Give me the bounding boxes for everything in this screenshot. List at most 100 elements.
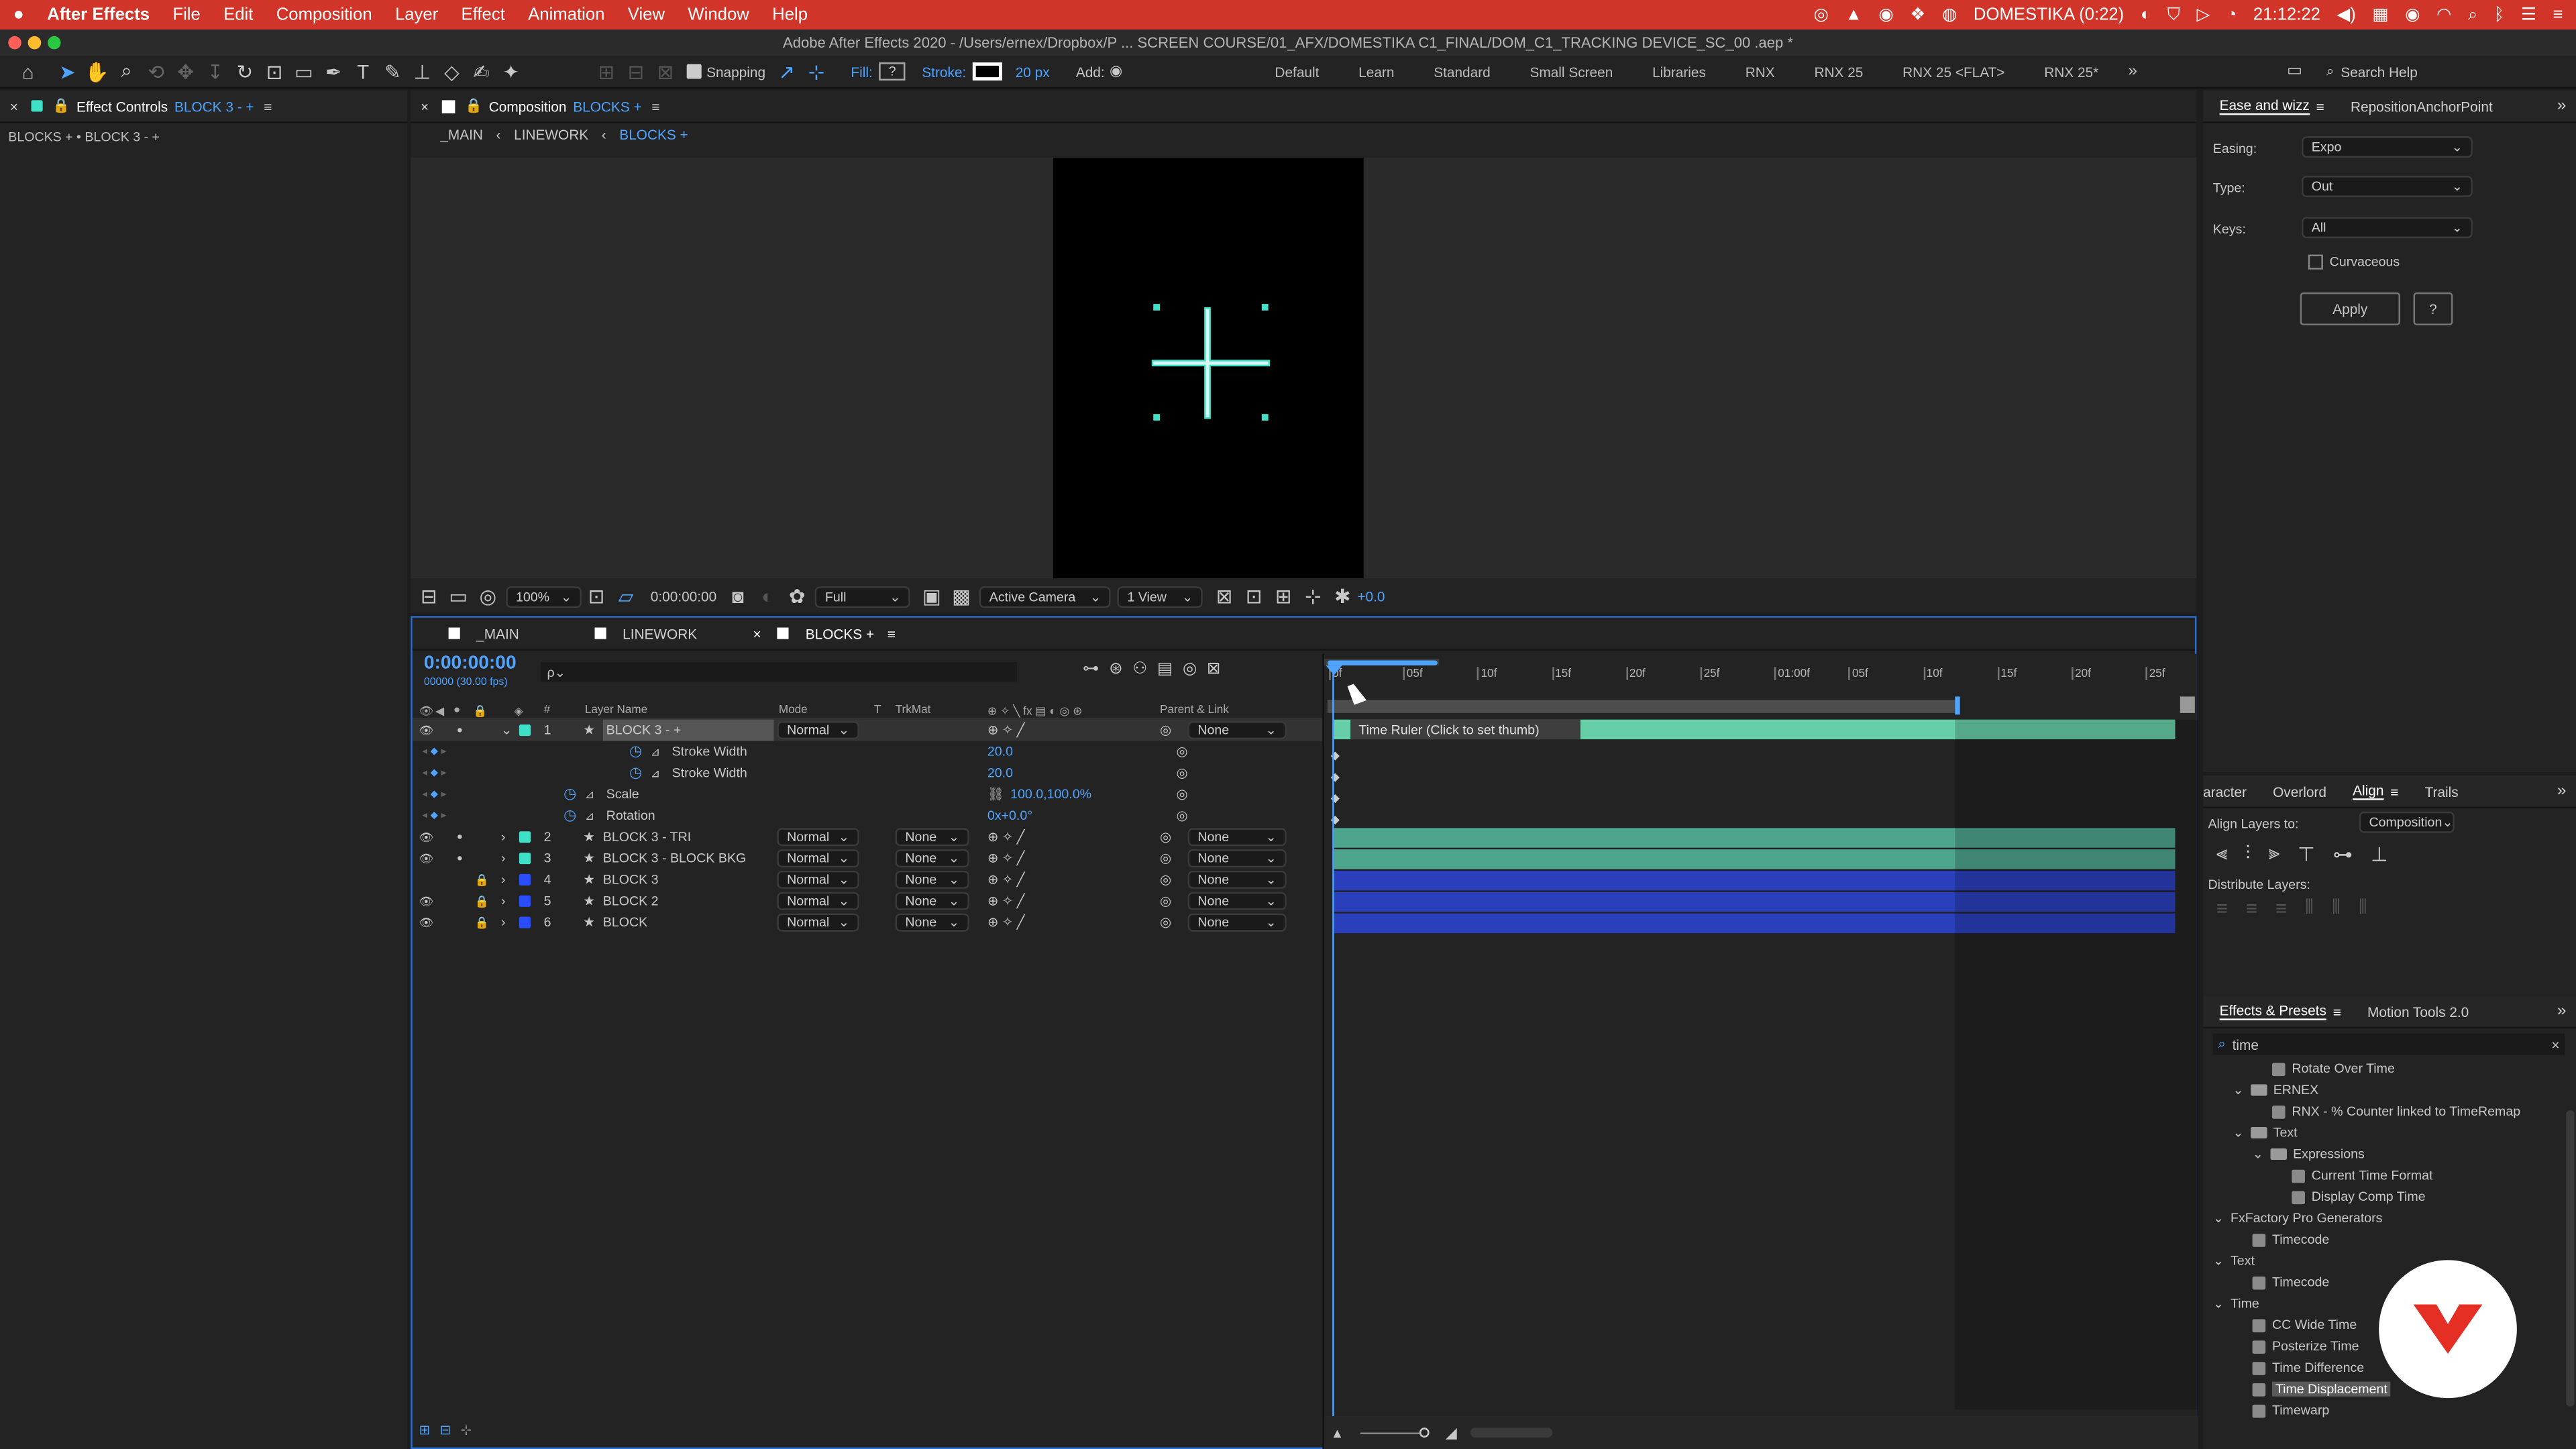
tab-character[interactable]: aracter — [2203, 783, 2259, 799]
comp-end-marker[interactable] — [2180, 696, 2195, 713]
distribute-right-icon[interactable]: ⦀ — [2359, 896, 2367, 920]
expand-panel-icon[interactable]: » — [2557, 97, 2567, 115]
trkmat-dropdown[interactable]: None ⌄ — [895, 892, 969, 910]
pickwhip-icon[interactable]: ◎ — [1160, 848, 1171, 869]
tab-ease-and-wizz[interactable]: Ease and wizz ≡ — [2206, 97, 2337, 115]
clock-icon[interactable]: ◔ — [2226, 5, 2237, 24]
motion-blur-icon[interactable]: ◎ — [1183, 660, 1197, 678]
pickwhip-icon[interactable]: ◎ — [1176, 805, 1187, 826]
menu-window[interactable]: Window — [688, 5, 749, 24]
axis-local-icon[interactable]: ⊞ — [592, 56, 621, 86]
effect-category[interactable]: ⌄ Time — [2213, 1296, 2259, 1311]
minimize-window-icon[interactable] — [28, 36, 42, 50]
distribute-vcenter-icon[interactable]: ≡ — [2246, 896, 2257, 919]
blend-mode-dropdown[interactable]: Normal ⌄ — [777, 849, 859, 868]
transfer-controls-icon[interactable]: ⊟ — [440, 1423, 451, 1438]
label-color-icon[interactable] — [519, 873, 531, 886]
property-row[interactable]: ◂ ◆ ▸ ◷ ⊿ Stroke Width 20.0 ◎ — [413, 762, 1323, 784]
more-workspaces-icon[interactable]: » — [2128, 62, 2137, 80]
checkbox-icon[interactable] — [686, 64, 702, 79]
graph-icon[interactable]: ⊿ — [651, 741, 660, 762]
status-icon[interactable]: ◍ — [1942, 5, 1957, 24]
disclosure-triangle-icon[interactable]: ⌄ — [2233, 1083, 2243, 1097]
align-top-icon[interactable]: ⊤ — [2298, 842, 2315, 865]
label-color-icon[interactable] — [519, 831, 531, 843]
effect-category[interactable]: ⌄ Text — [2213, 1254, 2255, 1269]
tab-align[interactable]: Align ≡ — [2340, 782, 2412, 800]
layer-name[interactable]: BLOCK 3 - + — [602, 719, 774, 741]
lock-icon[interactable]: 🔒 — [475, 869, 489, 891]
effect-controls-layer[interactable]: BLOCK 3 - + — [174, 98, 254, 114]
timeline-scroll-bar[interactable] — [1470, 1428, 1552, 1438]
type-dropdown[interactable]: Out ⌄ — [2302, 176, 2473, 197]
pickwhip-icon[interactable]: ◎ — [1160, 869, 1171, 891]
layer-switches-toggle-icon[interactable]: ⊞ — [419, 1423, 429, 1438]
distribute-left-icon[interactable]: ⦀ — [2305, 896, 2314, 920]
solo-dot-icon[interactable]: ● — [457, 848, 463, 869]
layer-switches[interactable]: ⊕ ✧ ╱ — [987, 826, 1025, 848]
playhead-handle-icon[interactable] — [1326, 665, 1342, 676]
expand-layer-icon[interactable]: › — [501, 912, 506, 933]
expand-panel-icon[interactable]: » — [2557, 1002, 2567, 1020]
time-stretch-icon[interactable]: ⊹ — [461, 1423, 472, 1438]
menu-effect[interactable]: Effect — [462, 5, 505, 24]
monitor-icon[interactable]: ▭ — [443, 582, 473, 611]
col-layer-name[interactable]: Layer Name — [585, 700, 647, 721]
effects-scrollbar[interactable] — [2566, 1110, 2575, 1407]
layer-row[interactable]: 👁 🔒 › 6 ★ BLOCK Normal ⌄ None ⌄ ⊕ ✧ ╱ ◎ None ⌄ — [413, 912, 1323, 933]
expand-panel-icon[interactable]: » — [2557, 782, 2567, 800]
property-row[interactable]: ◂ ◆ ▸ ◷ ⊿ Rotation 0x+0.0° ◎ — [413, 805, 1323, 826]
label-color-icon[interactable] — [519, 724, 531, 737]
always-preview-icon[interactable]: ⊟ — [414, 582, 443, 611]
expand-layer-icon[interactable]: › — [501, 826, 506, 848]
tab-overlord[interactable]: Overlord — [2260, 783, 2340, 799]
flowchart-icon[interactable]: ⊹ — [1298, 582, 1328, 611]
resolution-dropdown[interactable]: Full ⌄ — [815, 586, 911, 607]
pickwhip-icon[interactable]: ◎ — [1160, 890, 1171, 912]
moon-icon[interactable]: ◐ — [2141, 5, 2151, 24]
label-color-icon[interactable] — [519, 916, 531, 928]
align-left-icon[interactable]: ⫷ — [2216, 841, 2228, 866]
workspace-learn[interactable]: Learn — [1358, 63, 1394, 79]
blend-mode-dropdown[interactable]: Normal ⌄ — [777, 892, 859, 910]
orbit-tool-icon[interactable]: ⟲ — [142, 56, 171, 86]
property-value[interactable]: 0x+0.0° — [987, 805, 1032, 826]
panel-menu-icon[interactable]: ≡ — [2316, 98, 2324, 114]
expand-layer-icon[interactable]: › — [501, 890, 506, 912]
exposure-icon[interactable]: ✱ — [1328, 582, 1357, 611]
effect-preset-item[interactable]: Posterize Time — [2252, 1339, 2359, 1354]
transparency-grid-icon[interactable]: ▩ — [947, 582, 976, 611]
graph-icon[interactable]: ⊿ — [651, 762, 660, 784]
disclosure-triangle-icon[interactable]: ⌄ — [2213, 1296, 2224, 1311]
home-icon[interactable]: ⌂ — [13, 56, 43, 86]
effect-preset-item[interactable]: Time Displacement — [2252, 1381, 2391, 1397]
timeline-tab-linework[interactable]: LINEWORK — [582, 625, 710, 641]
app-menu[interactable]: After Effects — [47, 5, 150, 24]
menu-animation[interactable]: Animation — [528, 5, 604, 24]
keyframe-nav[interactable]: ◂ ◆ ▸ — [422, 805, 446, 826]
effect-preset-item[interactable]: Time Difference — [2252, 1360, 2364, 1375]
effects-search-input[interactable]: ⌕ time × — [2212, 1033, 2565, 1055]
layer-name[interactable]: BLOCK 3 — [603, 869, 659, 891]
visibility-eye-icon[interactable]: 👁 — [419, 826, 433, 848]
visibility-eye-icon[interactable]: 👁 — [419, 912, 433, 933]
zoom-out-icon[interactable]: ▲ — [1331, 1426, 1344, 1440]
tab-effects-presets[interactable]: Effects & Presets ≡ — [2206, 1002, 2354, 1020]
crumb-main[interactable]: _MAIN — [440, 127, 483, 143]
menu-edit[interactable]: Edit — [223, 5, 253, 24]
workspace-libraries[interactable]: Libraries — [1652, 63, 1706, 79]
disclosure-triangle-icon[interactable]: ⌄ — [2233, 1126, 2243, 1140]
blend-mode-dropdown[interactable]: Normal ⌄ — [777, 870, 859, 889]
color-channel-icon[interactable]: ✿ — [782, 582, 812, 611]
hand-tool-icon[interactable]: ✋ — [82, 56, 111, 86]
trkmat-dropdown[interactable]: None ⌄ — [895, 828, 969, 847]
menu-help[interactable]: Help — [772, 5, 808, 24]
dolly-tool-icon[interactable]: ↧ — [201, 56, 230, 86]
parent-dropdown[interactable]: None ⌄ — [1187, 870, 1287, 889]
effect-preset-item[interactable]: Timewarp — [2252, 1403, 2329, 1417]
distribute-hcenter-icon[interactable]: ⦀ — [2332, 896, 2341, 920]
layer-switches[interactable]: ⊕ ✧ ╱ — [987, 720, 1025, 741]
show-snapshot-icon[interactable]: ◐ — [753, 582, 782, 611]
lock-icon[interactable]: 🔒 — [52, 97, 70, 115]
fit-icon[interactable]: ⊡ — [582, 582, 611, 611]
